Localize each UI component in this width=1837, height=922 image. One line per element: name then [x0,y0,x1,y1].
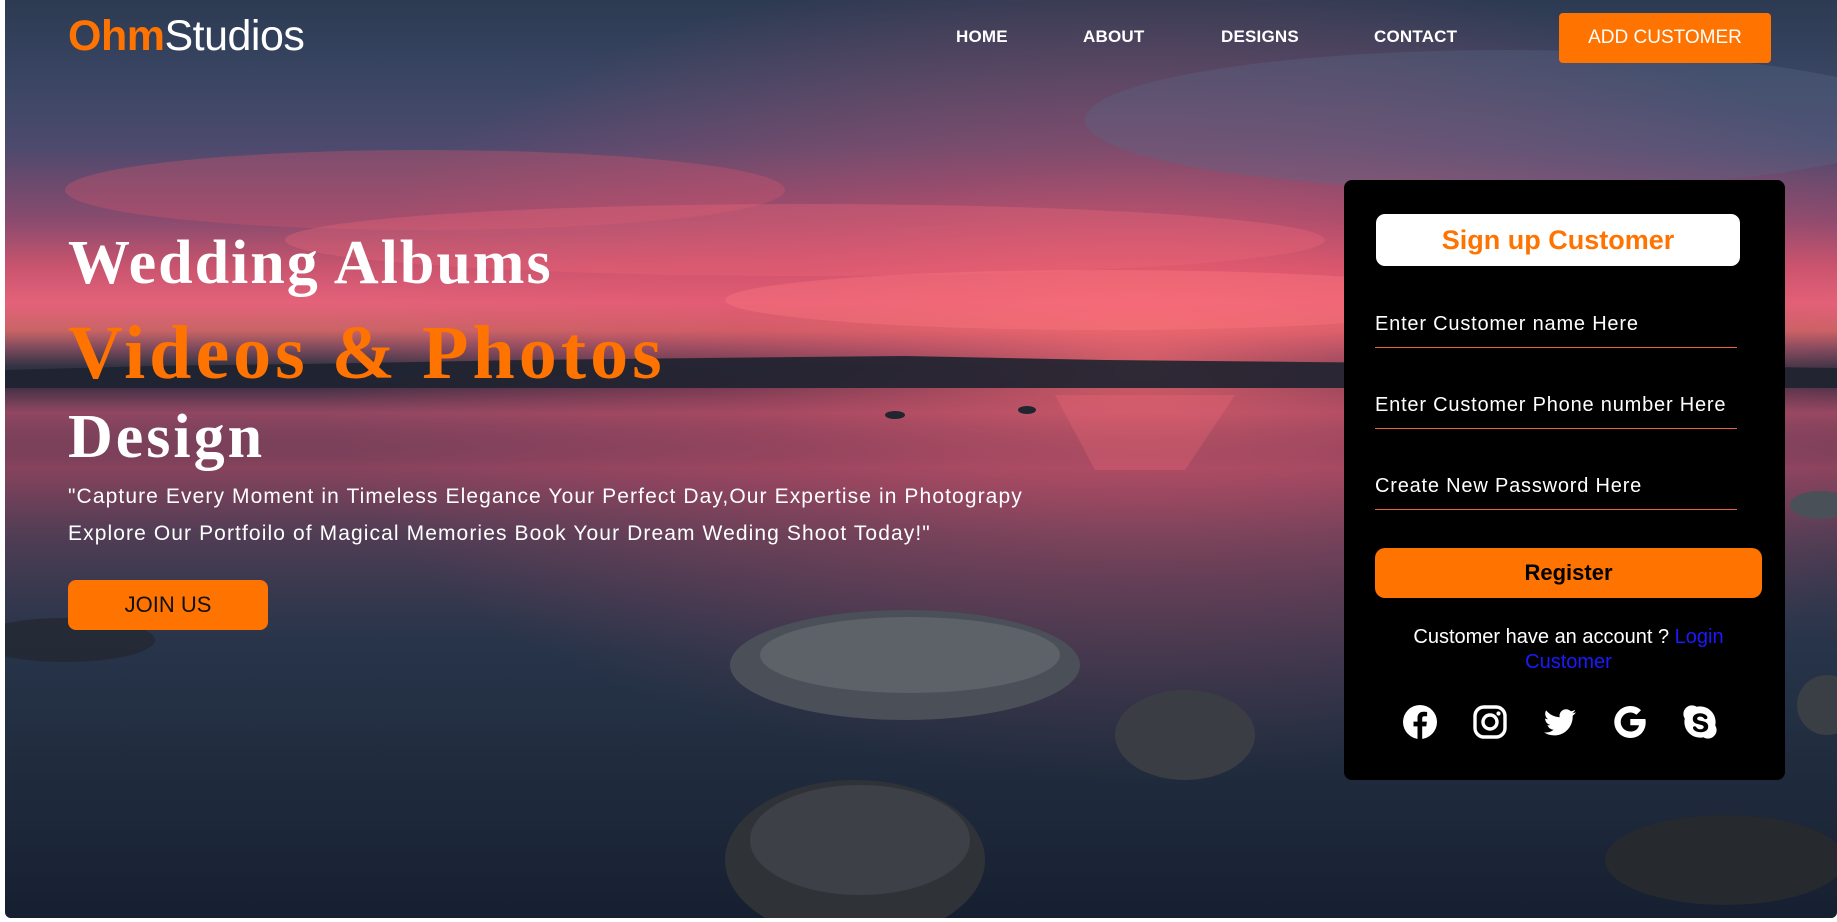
signup-panel: Sign up Customer Enter Customer name Her… [1344,180,1785,780]
customer-phone-placeholder: Enter Customer Phone number Here [1375,394,1727,416]
logo-accent: Ohm [68,12,165,60]
nav-designs-link[interactable]: DESIGNS [1221,27,1299,47]
customer-name-placeholder: Enter Customer name Here [1375,313,1639,335]
logo-text: Studios [164,12,305,60]
nav-contact-link[interactable]: CONTACT [1374,27,1457,47]
register-button[interactable]: Register [1375,548,1762,598]
password-field[interactable]: Create New Password Here [1375,475,1737,510]
password-placeholder: Create New Password Here [1375,475,1643,497]
hero-tagline-line-2: Explore Our Portfoilo of Magical Memorie… [68,522,931,545]
signup-title: Sign up Customer [1376,214,1740,266]
login-prompt: Customer have an account ? Login Custome… [1375,625,1762,675]
facebook-icon[interactable] [1402,704,1438,740]
join-us-button[interactable]: JOIN US [68,580,268,630]
hero-heading-line-1: Wedding Albums [68,229,553,297]
instagram-icon[interactable] [1472,704,1508,740]
hero-heading-line-2: Videos & Photos [68,311,666,395]
google-icon[interactable] [1612,704,1648,740]
customer-phone-field[interactable]: Enter Customer Phone number Here [1375,394,1737,429]
skype-icon[interactable] [1682,704,1718,740]
have-account-text: Customer have an account ? [1413,626,1670,648]
add-customer-button[interactable]: ADD CUSTOMER [1559,13,1771,63]
hero-tagline: "Capture Every Moment in Timeless Elegan… [68,478,1068,552]
site-logo[interactable]: OhmStudios [68,12,305,61]
hero-heading-line-3: Design [68,403,266,471]
hero-tagline-line-1: "Capture Every Moment in Timeless Elegan… [68,485,1023,508]
site-header: OhmStudios HOME ABOUT DESIGNS CONTACT AD… [5,0,1837,74]
customer-name-field[interactable]: Enter Customer name Here [1375,313,1737,348]
social-icons [1402,704,1732,744]
twitter-icon[interactable] [1542,704,1578,740]
nav-about-link[interactable]: ABOUT [1083,27,1144,47]
nav-home-link[interactable]: HOME [956,27,1008,47]
page: OhmStudios HOME ABOUT DESIGNS CONTACT AD… [5,0,1837,918]
